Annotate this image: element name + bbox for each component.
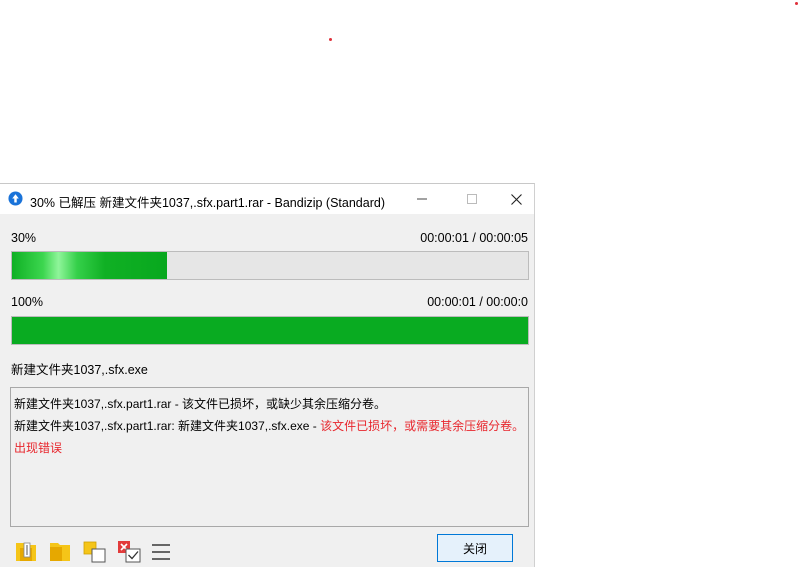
- current-progress-bar: [11, 251, 529, 280]
- log-error-summary: 出现错误: [14, 441, 63, 455]
- total-progress-bar: [11, 316, 529, 345]
- background-dot: [329, 38, 332, 41]
- log-line: 新建文件夹1037,.sfx.part1.rar - 该文件已损坏，或缺少其余压…: [14, 397, 387, 411]
- maximize-icon: [467, 194, 477, 204]
- close-button[interactable]: 关闭: [437, 534, 513, 562]
- total-progress-percent: 100%: [11, 295, 43, 309]
- copy-icon[interactable]: [82, 540, 108, 564]
- window-title: 30% 已解压 新建文件夹1037,.sfx.part1.rar - Bandi…: [30, 196, 385, 210]
- log-text: 新建文件夹1037,.sfx.part1.rar: 新建文件夹1037,.sfx…: [14, 419, 321, 433]
- bandizip-window: 30% 已解压 新建文件夹1037,.sfx.part1.rar - Bandi…: [0, 183, 535, 567]
- menu-icon[interactable]: [150, 540, 176, 564]
- open-folder-icon[interactable]: [14, 540, 40, 564]
- current-progress-percent: 30%: [11, 231, 37, 245]
- total-progress-fill: [12, 317, 528, 344]
- folder-icon[interactable]: [47, 540, 73, 564]
- current-file-name: 新建文件夹1037,.sfx.exe: [11, 363, 148, 377]
- close-icon: [510, 193, 522, 205]
- minimize-button[interactable]: [400, 184, 444, 214]
- current-progress-fill: [12, 252, 167, 279]
- title-bar: 30% 已解压 新建文件夹1037,.sfx.part1.rar - Bandi…: [0, 184, 534, 214]
- log-line: 新建文件夹1037,.sfx.part1.rar: 新建文件夹1037,.sfx…: [14, 415, 525, 437]
- background-dot: [795, 2, 798, 5]
- checklist-icon[interactable]: [117, 540, 143, 564]
- bandizip-app-icon: [8, 191, 23, 206]
- close-window-button[interactable]: [494, 184, 538, 214]
- log-error-text: 该文件已损坏，或需要其余压缩分卷。: [320, 419, 525, 433]
- error-log: 新建文件夹1037,.sfx.part1.rar - 该文件已损坏，或缺少其余压…: [10, 387, 529, 527]
- minimize-icon: [417, 198, 427, 200]
- maximize-button[interactable]: [450, 184, 494, 214]
- current-progress-time: 00:00:01 / 00:00:05: [420, 231, 528, 245]
- total-progress-time: 00:00:01 / 00:00:0: [427, 295, 528, 309]
